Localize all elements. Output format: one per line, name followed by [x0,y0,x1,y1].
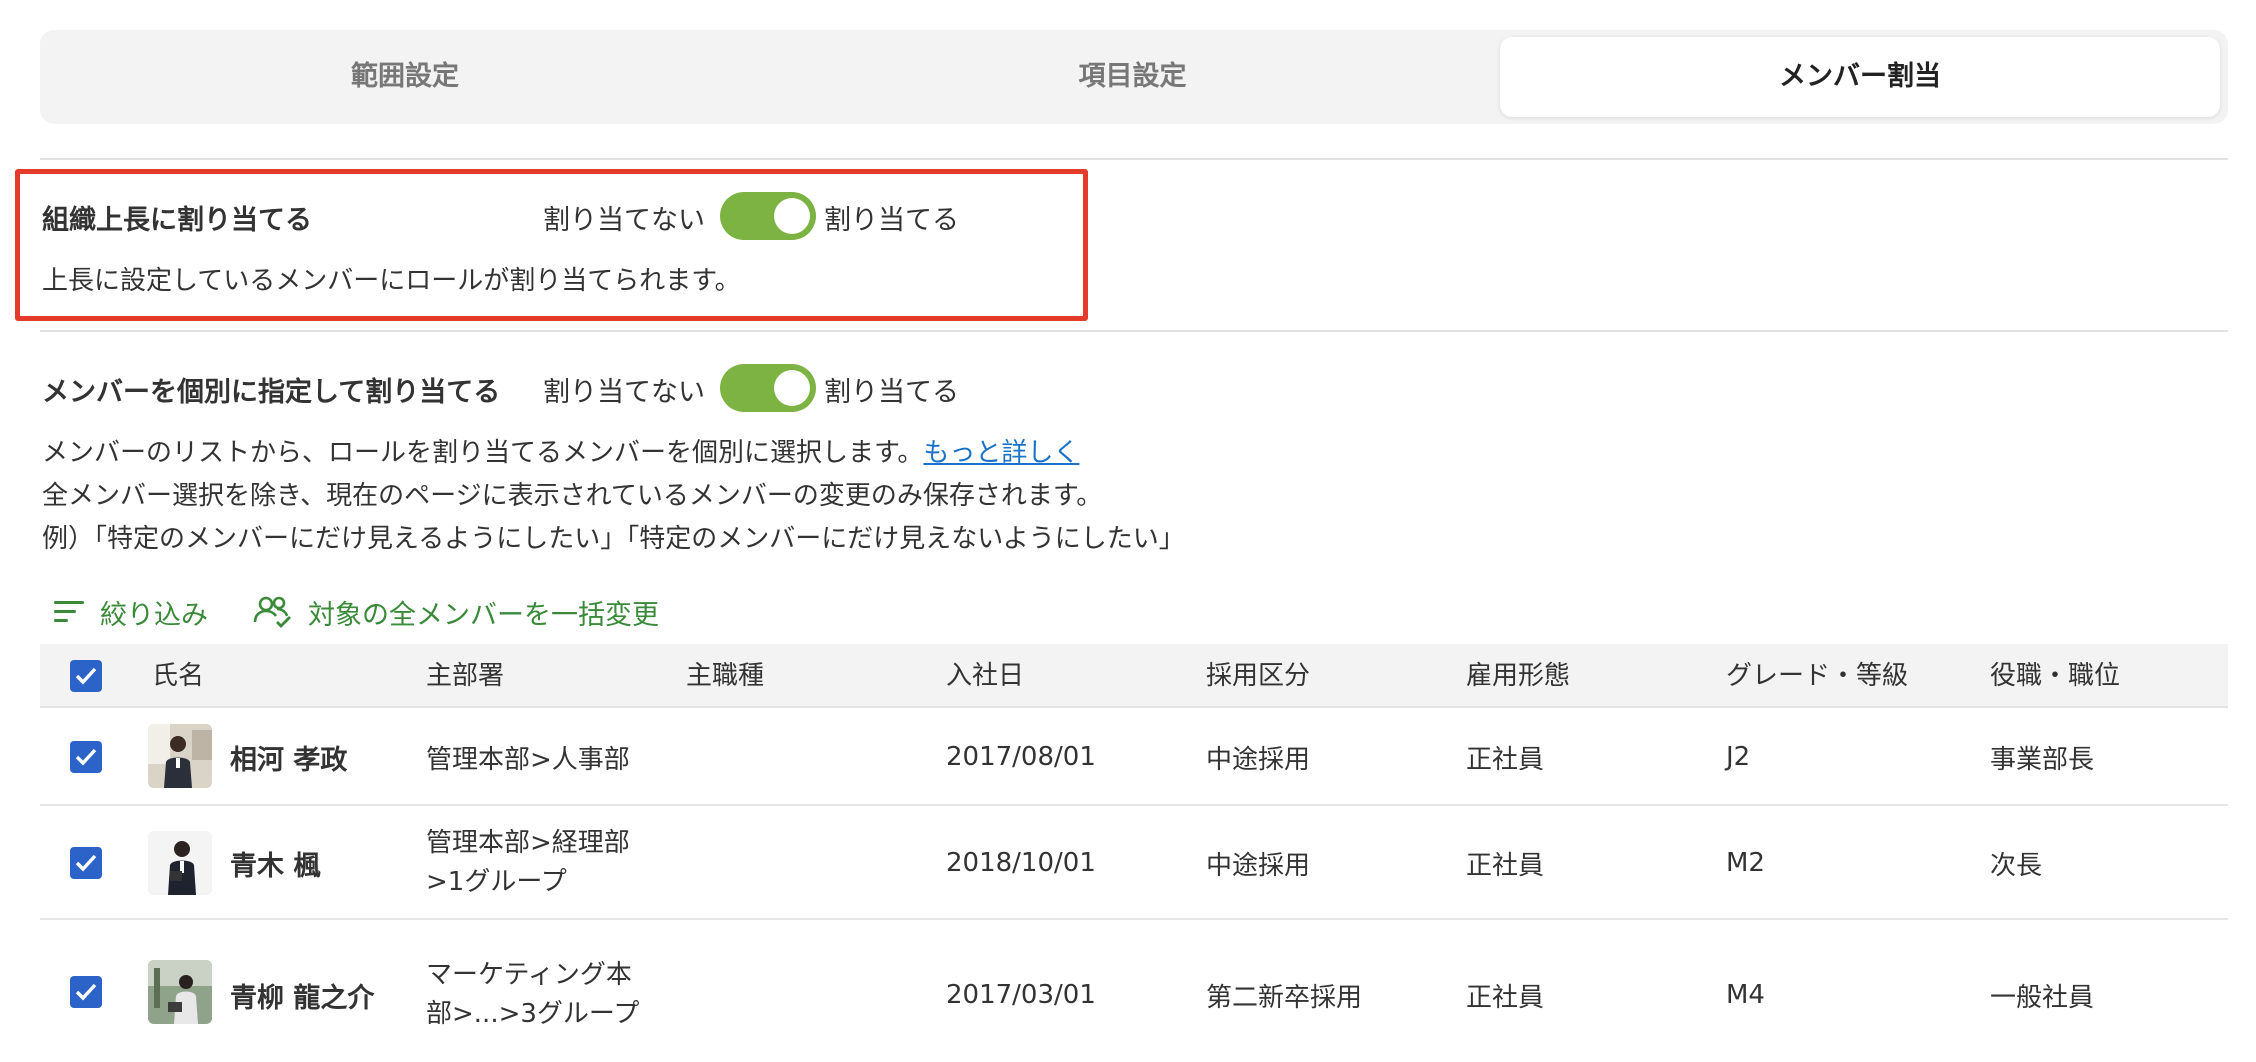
tab-item-settings[interactable]: 項目設定 [770,37,1495,117]
users-check-icon [253,596,291,628]
column-header-name[interactable]: 氏名 [152,644,204,708]
filter-lines-icon [54,601,84,622]
checkmark-icon [75,667,97,685]
avatar-photo-icon [148,960,212,1024]
member-employment-type: 正社員 [1466,744,1545,775]
table-header: 氏名 主部署 主職種 入社日 採用区分 雇用形態 グレード・等級 役職・職位 [40,644,2228,708]
avatar-photo-icon [148,831,212,895]
member-hiring-category: 中途採用 [1206,744,1311,775]
member-name[interactable]: 相河 孝政 [230,708,347,806]
member-hire-date: 2018/10/01 [946,848,1096,878]
member-grade: M2 [1726,848,1765,878]
supervisor-setting-title: 組織上長に割り当てる [42,205,312,236]
member-name[interactable]: 青柳 龍之介 [230,920,374,1062]
bulk-change-button[interactable]: 対象の全メンバーを一括変更 [252,590,659,634]
avatar [148,831,212,895]
column-header-position[interactable]: 役職・職位 [1990,644,2120,708]
more-details-link[interactable]: もっと詳しく [923,438,1079,468]
member-employment-type: 正社員 [1466,850,1545,881]
divider [40,330,2228,332]
individual-toggle[interactable] [720,364,816,412]
toggle-knob [774,198,810,234]
tab-member-assignment[interactable]: メンバー割当 [1500,37,2220,117]
tab-bar: 範囲設定 項目設定 メンバー割当 [40,30,2228,124]
tab-scope-settings[interactable]: 範囲設定 [40,37,770,117]
table-row[interactable]: 青木 楓 管理本部>経理部>1グループ 2018/10/01 中途採用 正社員 … [40,806,2228,920]
avatar [148,960,212,1024]
column-header-employment-type[interactable]: 雇用形態 [1466,644,1570,708]
highlight-box [15,169,1088,321]
individual-toggle-off-label: 割り当てない [543,377,705,408]
member-employment-type: 正社員 [1466,982,1545,1013]
member-grade: J2 [1726,742,1751,772]
toggle-knob [774,370,810,406]
member-department: 管理本部>経理部>1グループ [426,828,630,897]
table-row[interactable]: 青柳 龍之介 マーケティング本部>...>3グループ 2017/03/01 第二… [40,920,2228,1062]
member-position: 事業部長 [1990,744,2095,775]
row-checkbox[interactable] [70,741,102,773]
column-header-job-type[interactable]: 主職種 [686,644,764,708]
bulk-change-label: 対象の全メンバーを一括変更 [308,599,659,631]
divider [40,158,2228,160]
individual-description-line1: メンバーのリストから、ロールを割り当てるメンバーを個別に選択します。もっと詳しく [42,432,1079,469]
checkmark-icon [75,748,97,766]
member-hiring-category: 中途採用 [1206,850,1311,881]
supervisor-setting-description: 上長に設定しているメンバーにロールが割り当てられます。 [42,266,741,296]
member-hire-date: 2017/08/01 [946,742,1096,772]
table-row[interactable]: 相河 孝政 管理本部>人事部 2017/08/01 中途採用 正社員 J2 事業… [40,708,2228,806]
column-header-grade[interactable]: グレード・等級 [1726,644,1908,708]
individual-description-line2: 全メンバー選択を除き、現在のページに表示されているメンバーの変更のみ保存されます… [42,481,1103,511]
avatar-photo-icon [148,724,212,788]
page: 範囲設定 項目設定 メンバー割当 組織上長に割り当てる 割り当てない 割り当てる… [0,0,2256,1062]
member-grade: M4 [1726,980,1765,1010]
individual-description-text: メンバーのリストから、ロールを割り当てるメンバーを個別に選択します。 [42,438,924,468]
row-checkbox[interactable] [70,976,102,1008]
row-checkbox[interactable] [70,847,102,879]
supervisor-toggle-off-label: 割り当てない [543,205,705,236]
select-all-checkbox[interactable] [70,660,102,692]
individual-toggle-on-label: 割り当てる [824,377,959,408]
checkmark-icon [75,983,97,1001]
avatar [148,724,212,788]
column-header-hire-date[interactable]: 入社日 [946,644,1024,708]
member-hiring-category: 第二新卒採用 [1206,982,1363,1013]
supervisor-toggle[interactable] [720,192,816,240]
checkmark-icon [75,854,97,872]
supervisor-toggle-on-label: 割り当てる [824,205,959,236]
individual-setting-title: メンバーを個別に指定して割り当てる [42,377,501,408]
member-position: 一般社員 [1990,982,2095,1013]
filter-label: 絞り込み [100,599,208,631]
individual-description-line3: 例）「特定のメンバーにだけ見えるようにしたい」「特定のメンバーにだけ見えないよう… [42,524,1185,554]
member-position: 次長 [1990,850,2043,881]
member-department: 管理本部>人事部 [426,744,630,775]
member-name[interactable]: 青木 楓 [230,806,320,920]
member-department: マーケティング本部>...>3グループ [426,960,640,1029]
filter-button[interactable]: 絞り込み [52,590,208,634]
column-header-department[interactable]: 主部署 [426,644,504,708]
column-header-hiring-category[interactable]: 採用区分 [1206,644,1310,708]
member-hire-date: 2017/03/01 [946,980,1096,1010]
